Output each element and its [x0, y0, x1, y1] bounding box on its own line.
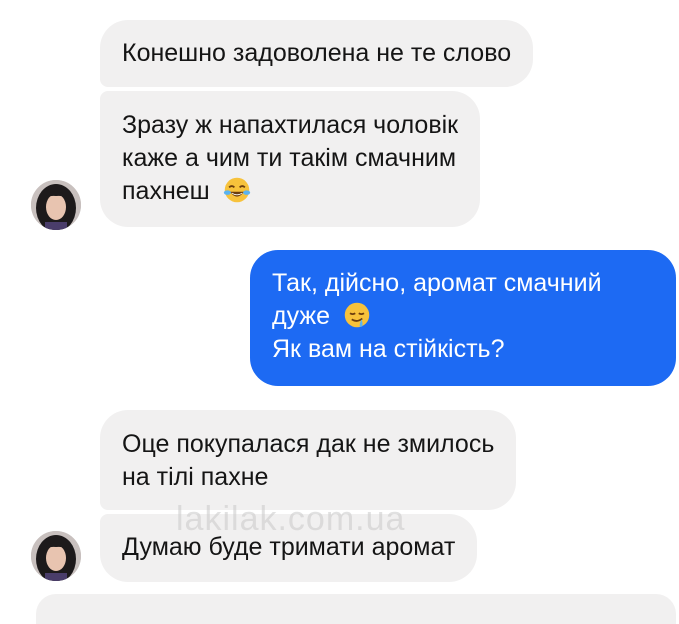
- avatar-photo: [31, 180, 81, 230]
- contact-avatar[interactable]: [31, 531, 81, 581]
- incoming-message-partial[interactable]: [36, 594, 676, 624]
- outgoing-message[interactable]: Так, дійсно, аромат смачний дуже Як вам …: [250, 250, 676, 386]
- incoming-message[interactable]: Зразу ж напахтилася чоловік каже а чим т…: [100, 91, 481, 227]
- message-text-line: на тілі пахне: [122, 463, 269, 491]
- message-text-line: Оце покупалася дак не змилось: [122, 430, 495, 458]
- chat-thread: Конешно задоволена не те слово Зразу ж н…: [0, 0, 679, 624]
- message-text-line: Зразу ж напахтилася чоловік: [122, 111, 459, 139]
- avatar-photo: [31, 531, 81, 581]
- face-with-tears-of-joy-icon: [223, 177, 250, 203]
- contact-avatar[interactable]: [31, 180, 81, 230]
- message-text-line: Конешно задоволена не те слово: [122, 39, 512, 67]
- message-text-line: каже а чим ти такім смачним: [122, 144, 457, 172]
- message-text-line: Думаю буде тримати аромат: [122, 533, 456, 561]
- message-text-line: Як вам на стійкість?: [272, 335, 505, 363]
- incoming-message[interactable]: Оце покупалася дак не змилось на тілі па…: [100, 410, 517, 510]
- message-text-line: дуже: [272, 300, 654, 333]
- message-text-line: Так, дійсно, аромат смачний: [272, 269, 602, 297]
- message-text-line-text: пахнеш: [122, 177, 210, 205]
- drooling-face-icon: [344, 302, 370, 328]
- incoming-message[interactable]: Думаю буде тримати аромат: [100, 514, 478, 582]
- incoming-message[interactable]: Конешно задоволена не те слово: [100, 20, 534, 87]
- message-text-line: пахнеш: [122, 175, 458, 208]
- message-text-line-text: дуже: [272, 302, 330, 330]
